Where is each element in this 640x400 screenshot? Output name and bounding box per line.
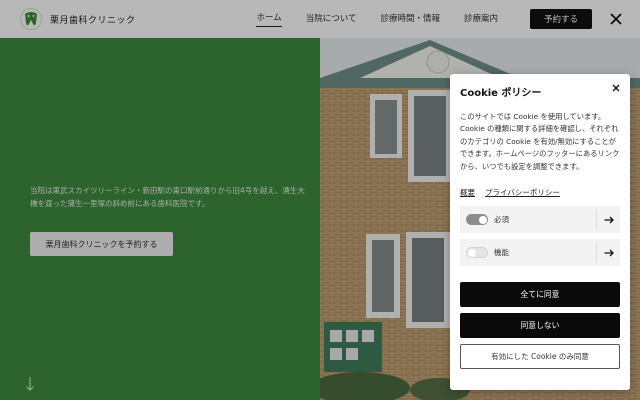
required-toggle[interactable]	[466, 214, 488, 226]
accept-all-button[interactable]: 全てに同意	[460, 282, 620, 308]
cookie-category-functional: 機能	[460, 239, 620, 267]
cookie-links: 概要 プライバシーポリシー	[460, 187, 620, 198]
decline-button[interactable]: 同意しない	[460, 313, 620, 339]
overview-link[interactable]: 概要	[460, 187, 475, 198]
cookie-category-required: 必須	[460, 206, 620, 234]
arrow-right-icon	[604, 249, 614, 256]
functional-toggle[interactable]	[466, 247, 488, 259]
category-label: 必須	[494, 215, 509, 225]
arrow-right-icon	[604, 216, 614, 223]
cookie-body: このサイトでは Cookie を使用しています。Cookie の種類に関する詳細…	[460, 112, 620, 171]
expand-required-button[interactable]	[596, 209, 620, 231]
cookie-title: Cookie ポリシー	[460, 88, 542, 99]
category-label: 機能	[494, 248, 509, 258]
expand-functional-button[interactable]	[596, 242, 620, 264]
cookie-dialog: Cookie ポリシー このサイトでは Cookie を使用しています。Cook…	[450, 74, 630, 390]
close-icon[interactable]	[611, 83, 621, 93]
privacy-policy-link[interactable]: プライバシーポリシー	[485, 187, 560, 198]
accept-enabled-button[interactable]: 有効にした Cookie のみ同意	[460, 344, 620, 370]
